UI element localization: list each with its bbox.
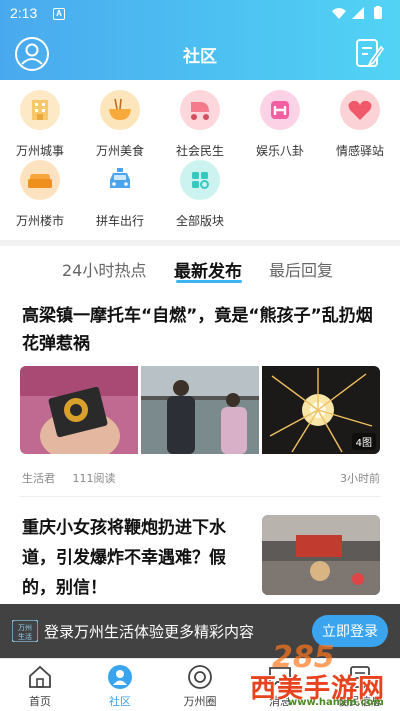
nav-label: 社区 — [109, 695, 131, 708]
category-label: 拼车出行 — [95, 214, 144, 228]
tab-latest[interactable]: 最新发布 — [174, 257, 242, 282]
app-header: 2:13 A 社区 — [0, 0, 400, 80]
category-carpool[interactable]: 拼车出行 — [80, 156, 160, 228]
login-prompt-banner: 万州 生活 登录万州生活体验更多精彩内容 立即登录 — [0, 604, 400, 658]
circle-icon — [188, 665, 212, 689]
baby-stroller-icon — [180, 90, 220, 130]
article-thumbnail[interactable]: 4图 — [262, 366, 380, 454]
article-meta: 生活君 111阅读 — [22, 470, 130, 486]
article-author[interactable]: 生活君 — [22, 472, 55, 485]
title-bar: 社区 — [0, 26, 400, 80]
image-count-badge: 4图 — [351, 433, 376, 450]
nav-label: 消息 — [269, 695, 291, 708]
status-time: 2:13 — [10, 5, 38, 21]
article-image-strip: 4图 — [20, 366, 380, 454]
nav-label: 首页 — [29, 695, 51, 708]
login-button[interactable]: 立即登录 — [312, 615, 388, 647]
noodle-bowl-icon — [100, 90, 140, 130]
bottom-navigation: 首页 社区 万州圈 消息 便民信息 — [0, 658, 400, 711]
community-icon — [108, 665, 132, 689]
status-bar: 2:13 A — [0, 0, 400, 26]
nav-home[interactable]: 首页 — [0, 659, 80, 711]
system-status-icons — [332, 6, 382, 19]
nav-community[interactable]: 社区 — [80, 659, 160, 711]
page-title: 社区 — [183, 47, 217, 67]
article-thumbnail[interactable] — [262, 515, 380, 595]
notification-a-icon: A — [53, 8, 65, 20]
nav-wanzhou-circle[interactable]: 万州圈 — [160, 659, 240, 711]
article-title[interactable]: 重庆小女孩将鞭炮扔进下水道，引发爆炸不幸遇难？假的，别信！ — [22, 513, 252, 603]
compose-post-icon[interactable] — [354, 37, 384, 69]
login-prompt-text: 登录万州生活体验更多精彩内容 — [44, 623, 255, 641]
tab-24h-hot[interactable]: 24小时热点 — [62, 257, 146, 281]
category-real-estate[interactable]: 万州楼市 — [0, 156, 80, 228]
article-separator — [20, 496, 380, 497]
wifi-icon — [332, 8, 346, 19]
city-building-icon — [20, 90, 60, 130]
tab-last-reply[interactable]: 最后回复 — [269, 257, 333, 281]
article-thumbnail[interactable] — [20, 366, 138, 454]
signal-icon — [352, 7, 364, 19]
svg-text:万州: 万州 — [18, 624, 32, 632]
feed-tabs: 24小时热点 最新发布 最后回复 — [0, 246, 400, 292]
category-label: 全部版块 — [175, 214, 224, 228]
article-read-count: 111阅读 — [72, 472, 116, 485]
category-label: 娱乐八卦 — [255, 144, 304, 158]
all-sections-icon — [180, 160, 220, 200]
app-logo-icon: 万州 生活 — [12, 620, 38, 642]
article-time: 3小时前 — [340, 472, 380, 485]
article-thumbnail[interactable] — [141, 366, 259, 454]
category-food[interactable]: 万州美食 — [80, 86, 160, 158]
svg-text:生活: 生活 — [18, 632, 32, 641]
category-all-sections[interactable]: 全部版块 — [160, 156, 240, 228]
message-icon — [269, 667, 291, 690]
article-title[interactable]: 高梁镇一摩托车“自燃”，竟是“熊孩子”乱扔烟花弹惹祸 — [22, 302, 382, 358]
taxi-icon — [100, 160, 140, 200]
nav-label: 便民信息 — [338, 695, 382, 708]
article-card[interactable]: 重庆小女孩将鞭炮扔进下水道，引发爆炸不幸遇难？假的，别信！ — [0, 505, 400, 615]
category-society[interactable]: 社会民生 — [160, 86, 240, 158]
sofa-icon — [20, 160, 60, 200]
heart-icon — [340, 90, 380, 130]
category-entertainment[interactable]: 娱乐八卦 — [240, 86, 320, 158]
nav-label: 万州圈 — [183, 695, 217, 708]
home-icon — [29, 665, 51, 688]
entertainment-icon — [260, 90, 300, 130]
info-icon — [350, 666, 370, 688]
category-label: 情感驿站 — [335, 144, 384, 158]
category-city-news[interactable]: 万州城事 — [0, 86, 80, 158]
category-label: 万州楼市 — [15, 214, 64, 228]
category-grid: 万州城事 万州美食 社会民生 娱乐八卦 情感驿站 万州楼市 拼车出行 全部版块 — [0, 80, 400, 240]
nav-messages[interactable]: 消息 — [240, 659, 320, 711]
battery-icon — [374, 7, 382, 19]
nav-info[interactable]: 便民信息 — [320, 659, 400, 711]
active-tab-indicator — [176, 280, 242, 283]
article-card[interactable]: 高梁镇一摩托车“自燃”，竟是“熊孩子”乱扔烟花弹惹祸 4图 生活君 111阅读 … — [0, 292, 400, 497]
category-emotion[interactable]: 情感驿站 — [320, 86, 400, 158]
